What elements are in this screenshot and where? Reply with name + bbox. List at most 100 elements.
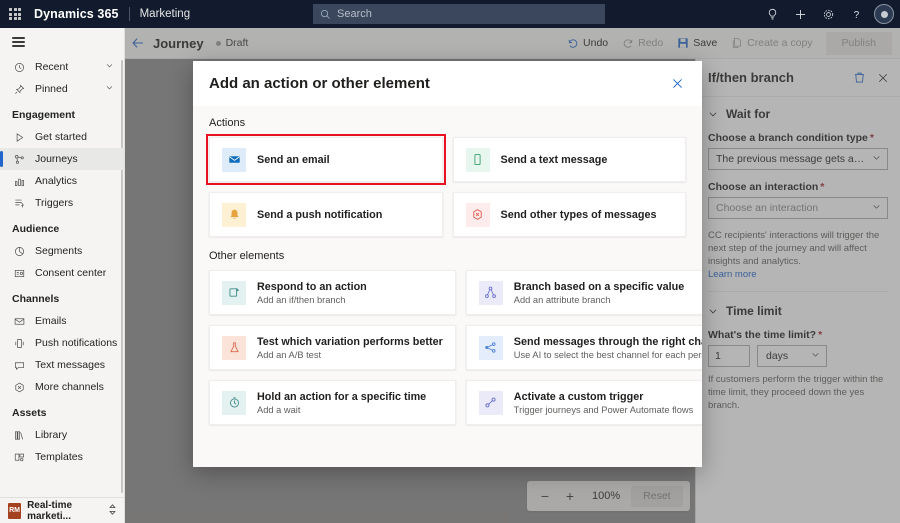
sidebar-item-text-messages[interactable]: Text messages (0, 354, 124, 376)
more-channels-icon (12, 382, 26, 393)
sidebar-item-consent-center[interactable]: Consent center (0, 262, 124, 284)
card-title: Hold an action for a specific time (257, 390, 427, 403)
nav-group-title: Channels (12, 293, 60, 305)
card-title: Send a text message (500, 153, 608, 166)
nav-group-title: Assets (12, 407, 47, 419)
sidebar-item-more-channels[interactable]: More channels (0, 376, 124, 398)
sidebar-item-label: Push notifications (35, 337, 118, 349)
dialog-title: Add an action or other element (209, 75, 430, 92)
card-subtitle: Add an if/then branch (257, 294, 346, 305)
sidebar-item-pinned[interactable]: Pinned (0, 78, 124, 100)
sidebar-item-triggers[interactable]: Triggers (0, 192, 124, 214)
card-respond-to-an-action[interactable]: Respond to an action Add an if/then bran… (209, 270, 456, 315)
sidebar-item-push-notifications[interactable]: Push notifications (0, 332, 124, 354)
sidebar-item-label: More channels (35, 381, 104, 393)
chevron-down-icon (105, 83, 114, 95)
card-text: Respond to an action Add an if/then bran… (257, 281, 367, 305)
card-text: Send messages through the right channel … (514, 336, 702, 360)
card-subtitle: Use AI to select the best channel for ea… (513, 349, 702, 360)
add-element-dialog: Add an action or other element Actions S… (193, 61, 702, 467)
sidebar-item-journeys[interactable]: Journeys (0, 148, 124, 170)
pin-icon (12, 84, 26, 95)
app-name: Marketing (139, 8, 191, 20)
sidebar-item-recent[interactable]: Recent (0, 56, 124, 78)
group-label-other-elements: Other elements (209, 250, 285, 262)
clock-wait-icon (222, 390, 246, 415)
search-input[interactable]: Search (313, 4, 605, 24)
email-icon (12, 316, 26, 327)
card-text: Activate a custom trigger Trigger journe… (514, 391, 693, 415)
triggers-icon (12, 198, 26, 209)
brand-name: Dynamics 365 (34, 7, 119, 21)
help-icon[interactable]: ? (843, 1, 869, 27)
consent-icon (12, 268, 26, 279)
card-title: Branch based on a specific value (513, 280, 685, 293)
sidebar-item-templates[interactable]: Templates (0, 446, 124, 468)
sidebar-item-get-started[interactable]: Get started (0, 126, 124, 148)
sidebar-item-label: Get started (35, 131, 87, 143)
sidebar-item-analytics[interactable]: Analytics (0, 170, 124, 192)
sidebar-item-segments[interactable]: Segments (0, 240, 124, 262)
if-then-icon (222, 280, 246, 305)
card-title: Activate a custom trigger (513, 390, 644, 403)
sidebar-item-library[interactable]: Library (0, 424, 124, 446)
left-navigation: Recent Pinned Engagement Get started Jou… (0, 28, 125, 523)
phone-icon (465, 147, 490, 172)
envelope-icon (222, 147, 246, 172)
search-icon (320, 9, 330, 19)
card-hold-an-action-for-a-specific-time[interactable]: Hold an action for a specific time Add a… (209, 380, 456, 425)
suite-header: Dynamics 365 Marketing Search ? (0, 0, 900, 28)
journeys-icon (12, 154, 26, 165)
card-subtitle: Add a wait (257, 404, 301, 415)
plus-icon[interactable] (787, 1, 813, 27)
attribute-branch-icon (478, 280, 503, 305)
sidebar-item-label: Triggers (35, 197, 74, 209)
card-send-a-text-message[interactable]: Send a text message (452, 137, 686, 182)
other-elements-card-grid: Respond to an action Add an if/then bran… (209, 270, 702, 425)
card-text: Send a push notification (257, 209, 382, 221)
hamburger-menu-icon[interactable] (0, 28, 124, 56)
chevron-down-icon (105, 61, 114, 73)
group-label-actions: Actions (209, 117, 246, 129)
card-text: Branch based on a specific value Add an … (514, 281, 684, 305)
svg-text:?: ? (853, 9, 859, 20)
card-send-messages-through-the-right-channel[interactable]: Send messages through the right channel … (465, 325, 702, 370)
sidebar-item-label: Segments (35, 245, 83, 257)
sidebar-item-label: Library (35, 429, 68, 441)
sidebar-item-label: Journeys (35, 153, 78, 165)
sidebar-item-label: Consent center (35, 267, 107, 279)
card-subtitle: Add an attribute branch (513, 294, 611, 305)
card-send-a-push-notification[interactable]: Send a push notification (209, 192, 443, 237)
custom-trigger-icon (478, 390, 503, 415)
card-text: Send a text message (501, 154, 608, 166)
area-badge: RM (8, 502, 22, 519)
templates-icon (12, 452, 26, 463)
sidebar-item-emails[interactable]: Emails (0, 310, 124, 332)
avatar[interactable] (874, 4, 894, 24)
card-title: Send other types of messages (500, 208, 657, 221)
brand-divider (128, 7, 130, 21)
app-launcher-icon[interactable] (0, 0, 30, 28)
suite-actions: ? (759, 0, 894, 28)
close-icon[interactable] (666, 73, 688, 95)
area-switcher[interactable]: RM Real-time marketi... (0, 497, 124, 523)
flask-icon (222, 335, 246, 360)
channel-optimization-icon (478, 335, 503, 360)
dialog-header: Add an action or other element (193, 61, 702, 106)
sidebar-item-label: Templates (35, 451, 83, 463)
card-branch-based-on-a-specific-value[interactable]: Branch based on a specific value Add an … (465, 270, 702, 315)
lightbulb-icon[interactable] (759, 1, 785, 27)
gear-icon[interactable] (815, 1, 841, 27)
push-icon (12, 338, 26, 349)
sidebar-item-label: Analytics (35, 175, 78, 187)
library-icon (12, 430, 26, 441)
dialog-body: Actions Send an email Send a text messag… (193, 106, 702, 467)
card-activate-a-custom-trigger[interactable]: Activate a custom trigger Trigger journe… (465, 380, 702, 425)
card-text: Hold an action for a specific time Add a… (257, 391, 426, 415)
card-subtitle: Trigger journeys and Power Automate flow… (513, 404, 694, 415)
card-send-other-types-of-messages[interactable]: Send other types of messages (452, 192, 686, 237)
sidebar-item-label: Emails (35, 315, 67, 327)
card-test-which-variation-performs-better[interactable]: Test which variation performs better Add… (209, 325, 456, 370)
card-title: Test which variation performs better (257, 335, 443, 348)
card-send-an-email[interactable]: Send an email (206, 134, 446, 185)
